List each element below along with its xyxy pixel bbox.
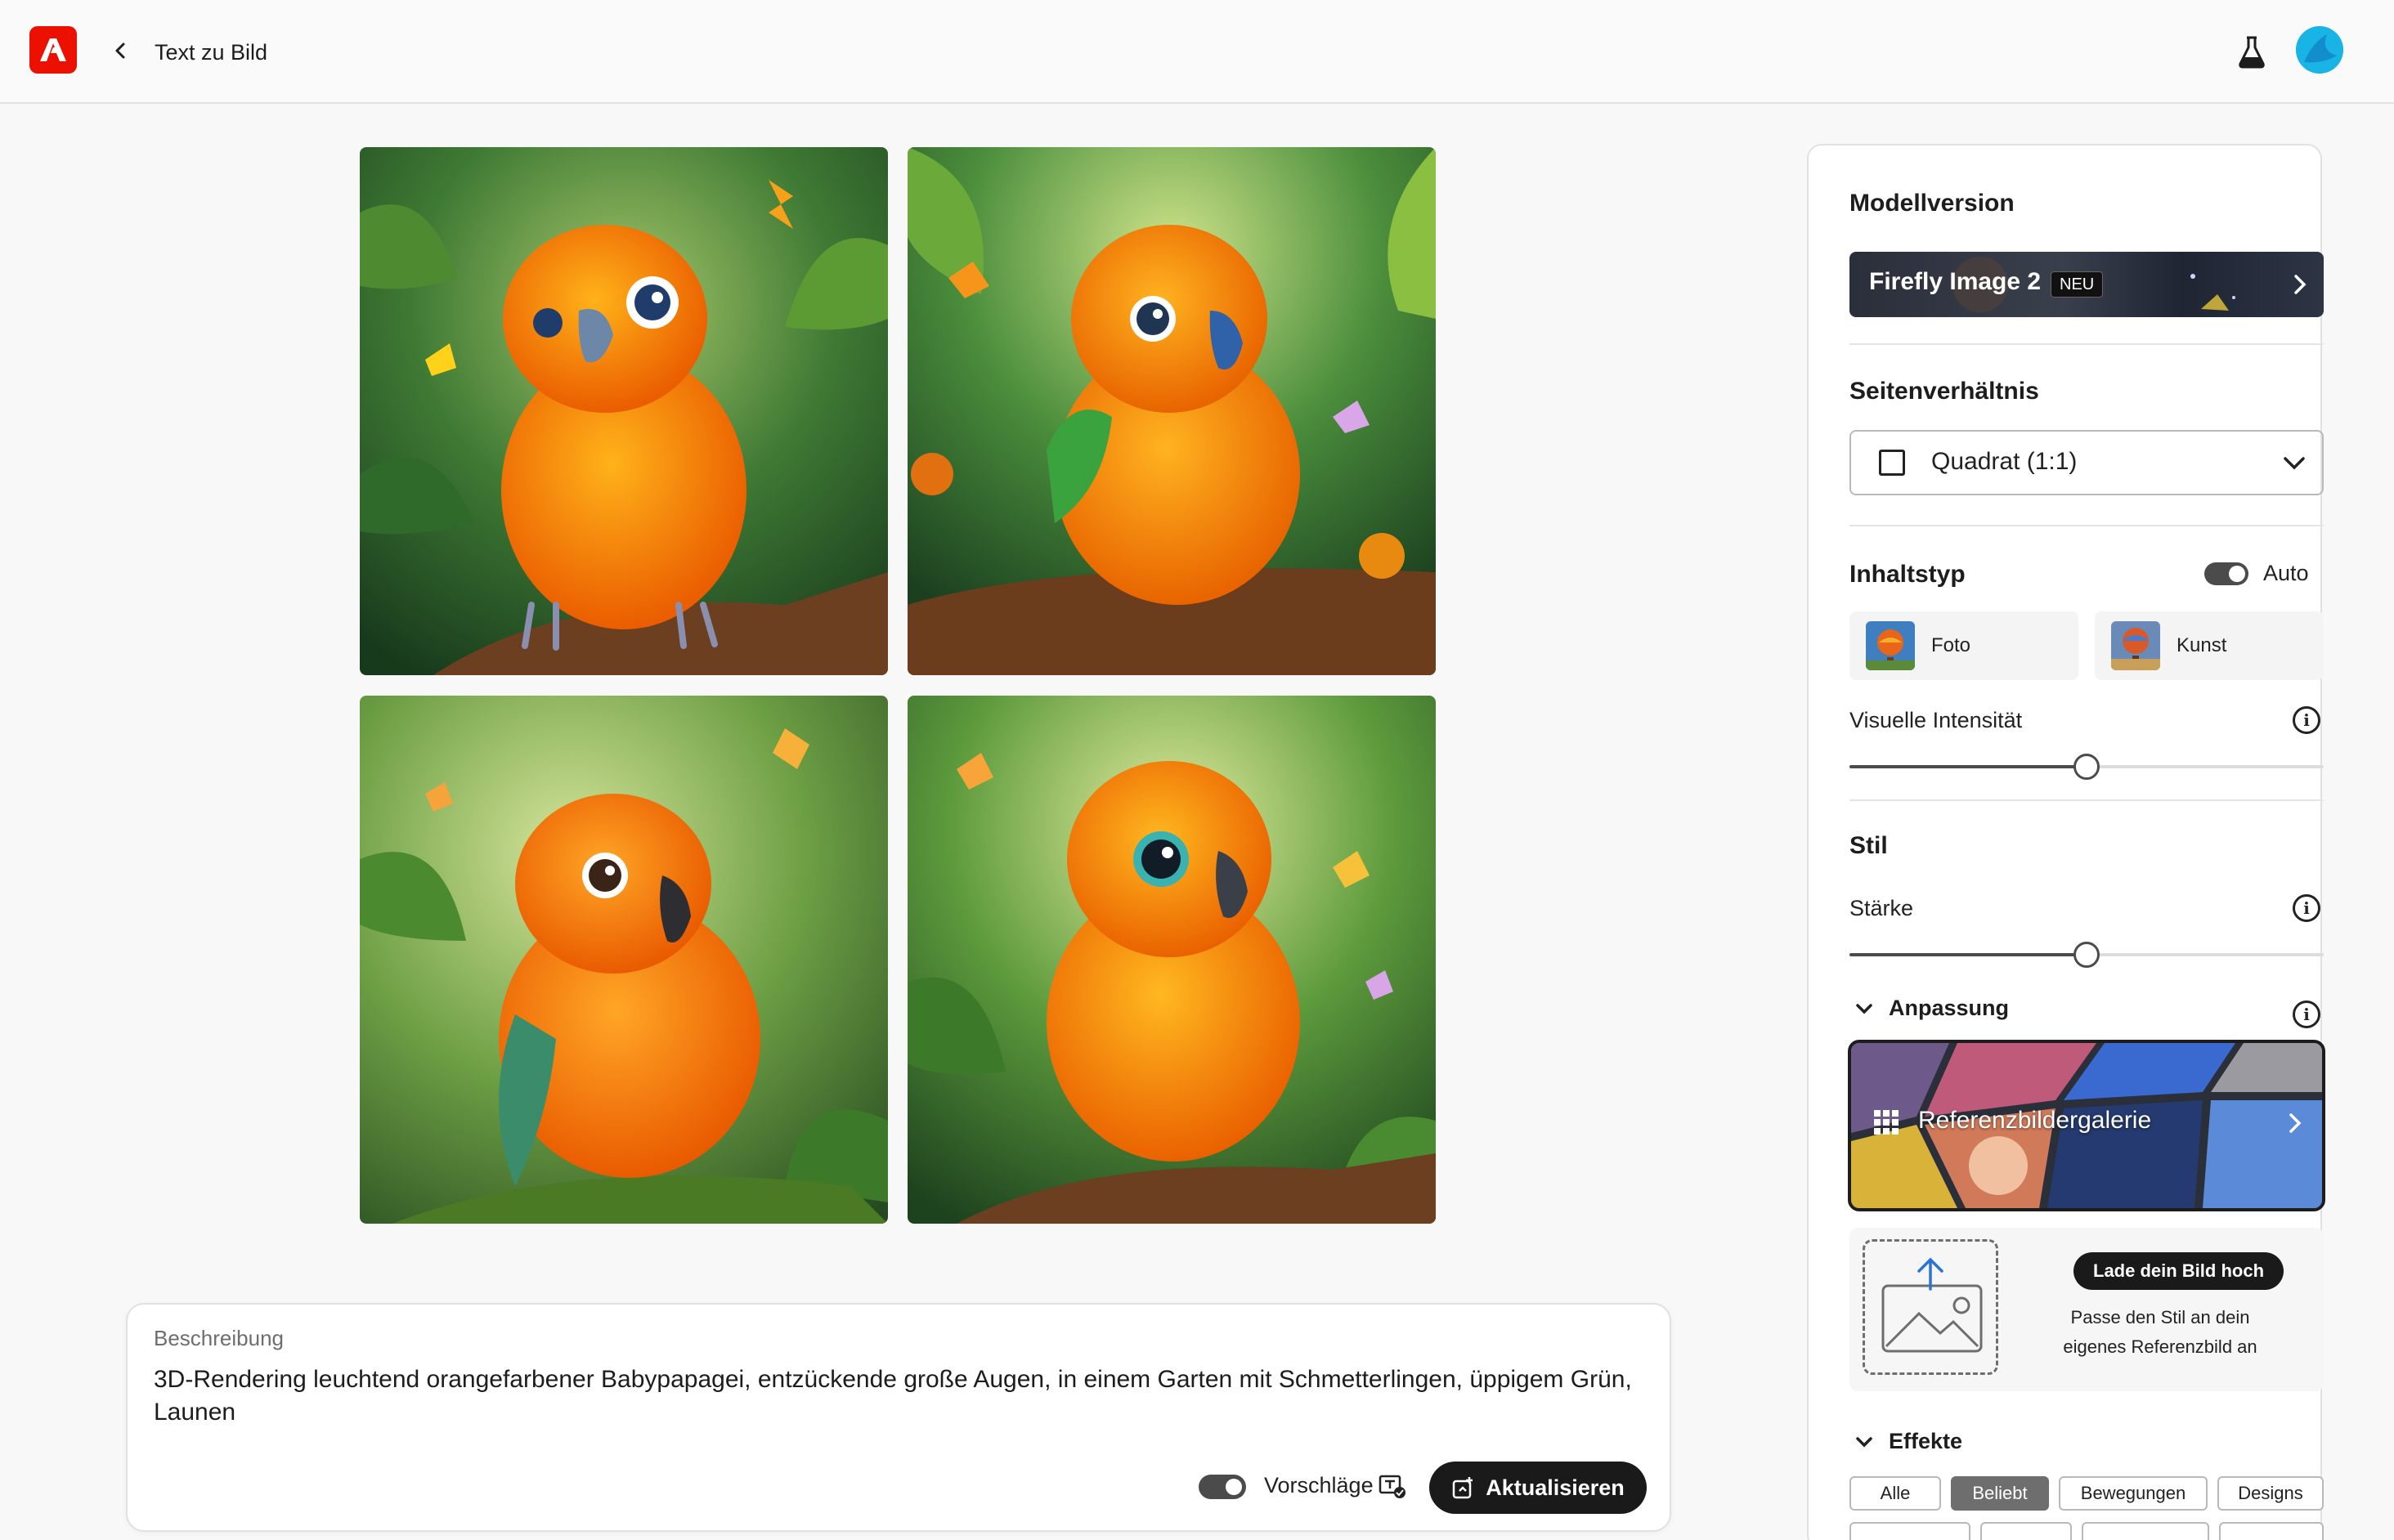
generated-image-3[interactable]	[360, 696, 888, 1224]
model-heading: Modellversion	[1849, 190, 2015, 217]
effects-tab-designs[interactable]: Designs	[2217, 1476, 2324, 1511]
update-button-label: Aktualisieren	[1486, 1475, 1625, 1500]
aspect-heading: Seitenverhältnis	[1849, 378, 2039, 405]
auto-toggle[interactable]	[2204, 562, 2248, 585]
suggestions-settings-icon[interactable]	[1379, 1475, 1406, 1499]
style-heading: Stil	[1849, 832, 1888, 859]
reference-gallery-card[interactable]: Referenzbildergalerie	[1848, 1040, 2325, 1211]
info-icon[interactable]: i	[2293, 894, 2320, 922]
visual-intensity-label: Visuelle Intensität	[1849, 708, 2023, 732]
effects-tab-movements[interactable]: Bewegungen	[2059, 1476, 2208, 1511]
prompt-panel: Beschreibung 3D-Rendering leuchtend oran…	[126, 1303, 1671, 1532]
parrot-image	[908, 696, 1436, 1224]
slider-fill	[1849, 765, 2077, 768]
refresh-image-icon	[1452, 1477, 1473, 1499]
prompt-label: Beschreibung	[154, 1326, 284, 1350]
labs-button[interactable]	[2234, 33, 2270, 72]
page-title: Text zu Bild	[155, 40, 268, 65]
aspect-ratio-select[interactable]: Quadrat (1:1)	[1849, 430, 2324, 495]
adobe-logo-icon	[40, 38, 66, 61]
suggestions-label: Vorschläge	[1264, 1473, 1374, 1497]
effects-tab-popular[interactable]: Beliebt	[1951, 1476, 2049, 1511]
prompt-input[interactable]: 3D-Rendering leuchtend orangefarbener Ba…	[154, 1363, 1634, 1429]
info-icon[interactable]: i	[2293, 706, 2320, 734]
generated-image-2[interactable]	[908, 147, 1436, 675]
model-version-card[interactable]: Firefly Image 2 NEU	[1849, 252, 2324, 317]
strength-slider[interactable]	[1849, 940, 2324, 969]
avatar[interactable]	[2296, 26, 2343, 74]
content-type-heading: Inhaltstyp	[1849, 561, 1966, 588]
balloon-photo-thumbnail	[1866, 621, 1915, 670]
aspect-ratio-value: Quadrat (1:1)	[1931, 448, 2078, 475]
avatar-graphic	[2296, 26, 2343, 74]
chevron-right-icon	[2294, 275, 2307, 294]
chevron-down-icon[interactable]	[1853, 997, 1876, 1020]
strength-label: Stärke	[1849, 896, 1914, 920]
content-type-photo[interactable]: Foto	[1849, 611, 2078, 680]
chevron-right-icon	[2289, 1113, 2302, 1133]
adobe-logo[interactable]	[29, 26, 77, 74]
image-upload-icon	[1881, 1257, 1983, 1353]
effect-chip[interactable]	[1980, 1522, 2072, 1540]
divider	[1849, 525, 2324, 526]
effects-tab-all[interactable]: Alle	[1849, 1476, 1941, 1511]
update-button[interactable]: Aktualisieren	[1429, 1462, 1647, 1514]
back-button[interactable]	[106, 36, 136, 65]
effect-chip[interactable]	[1849, 1522, 1970, 1540]
upload-description: Passe den Stil an dein eigenes Referenzb…	[2063, 1307, 2257, 1357]
generated-image-1[interactable]	[360, 147, 888, 675]
model-name: Firefly Image 2	[1869, 268, 2042, 295]
effect-chip[interactable]	[2082, 1522, 2209, 1540]
text-check-icon	[1379, 1475, 1405, 1498]
auto-label: Auto	[2263, 561, 2309, 585]
divider	[1849, 343, 2324, 345]
customization-label: Anpassung	[1889, 996, 2010, 1020]
square-icon	[1879, 450, 1905, 476]
slider-thumb[interactable]	[2073, 942, 2100, 968]
upload-dropzone[interactable]	[1863, 1239, 1998, 1375]
info-icon[interactable]: i	[2293, 1001, 2320, 1028]
new-badge: NEU	[2051, 271, 2104, 298]
upload-reference-area[interactable]: Lade dein Bild hoch Passe den Stil an de…	[1849, 1228, 2324, 1391]
flask-icon	[2239, 36, 2265, 69]
parrot-image	[360, 147, 888, 675]
content-type-art-label: Kunst	[2177, 634, 2227, 656]
slider-fill	[1849, 953, 2077, 956]
reference-gallery-label: Referenzbildergalerie	[1918, 1107, 2152, 1134]
top-bar: Text zu Bild	[0, 0, 2394, 104]
grid-icon	[1874, 1110, 1899, 1135]
chevron-left-icon	[115, 43, 125, 59]
balloon-art-thumbnail	[2111, 621, 2160, 670]
settings-panel: Modellversion Firefly Image 2 NEU Seiten…	[1807, 144, 2325, 1540]
parrot-image	[908, 147, 1436, 675]
effects-heading: Effekte	[1889, 1429, 1963, 1453]
upload-image-button[interactable]: Lade dein Bild hoch	[2073, 1252, 2284, 1290]
slider-thumb[interactable]	[2073, 754, 2100, 780]
parrot-image	[360, 696, 888, 1224]
chevron-down-icon	[2284, 457, 2305, 470]
divider	[1849, 799, 2324, 801]
effect-chip[interactable]	[2219, 1522, 2324, 1540]
generated-image-4[interactable]	[908, 696, 1436, 1224]
content-type-art[interactable]: Kunst	[2095, 611, 2324, 680]
chevron-down-icon[interactable]	[1853, 1430, 1876, 1453]
suggestions-toggle[interactable]	[1199, 1475, 1246, 1499]
content-type-photo-label: Foto	[1931, 634, 1971, 656]
visual-intensity-slider[interactable]	[1849, 752, 2324, 781]
